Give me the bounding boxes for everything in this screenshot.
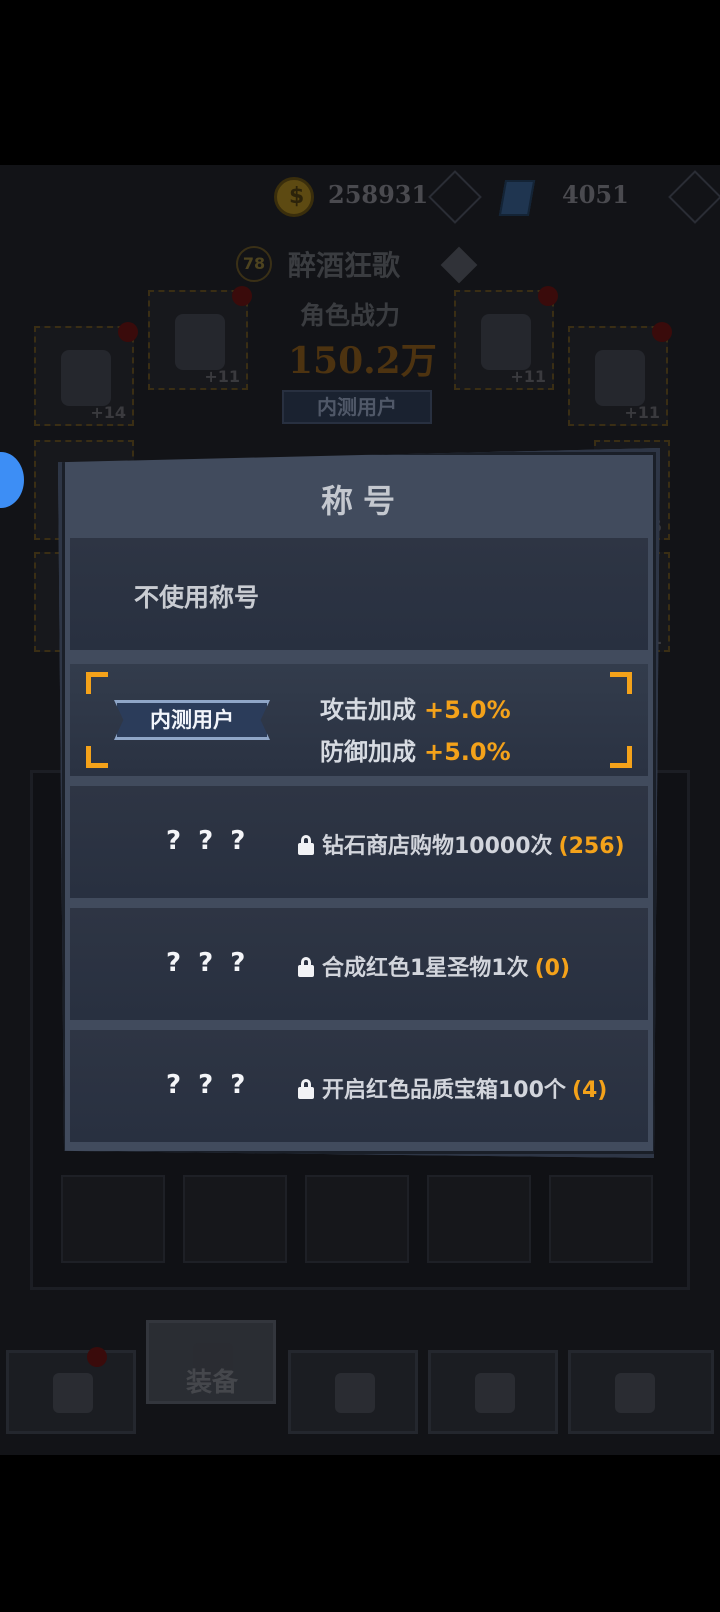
title-option-locked[interactable]: ? ? ? 开启红色品质宝箱100个 (4) xyxy=(70,1030,648,1142)
condition-progress: (4) xyxy=(571,1078,608,1103)
gem-amount: 4051 xyxy=(562,180,629,209)
nav-tab-fire[interactable] xyxy=(6,1347,136,1434)
currency-bar: 258931 4051 xyxy=(0,170,720,226)
tree-icon xyxy=(475,1373,515,1413)
no-title-label: 不使用称号 xyxy=(134,583,260,612)
notification-dot xyxy=(232,286,252,306)
fire-icon xyxy=(53,1373,93,1413)
selection-corner-icon xyxy=(86,672,108,694)
equipment-slot-necklace[interactable]: +11 xyxy=(454,286,558,390)
inventory-cell[interactable] xyxy=(427,1175,531,1263)
locked-title-name: ? ? ? xyxy=(166,1070,250,1100)
notification-dot xyxy=(118,322,138,342)
inventory-cell[interactable] xyxy=(549,1175,653,1263)
nav-tab-chest[interactable] xyxy=(568,1350,714,1434)
title-badge: 内测用户 xyxy=(114,700,270,740)
armor-icon xyxy=(61,350,111,406)
locked-title-name: ? ? ? xyxy=(166,948,250,978)
condition-progress: (256) xyxy=(558,834,625,859)
helmet-icon xyxy=(175,314,225,370)
equipment-slot-accessory[interactable]: +11 xyxy=(568,322,672,426)
selection-corner-icon xyxy=(610,746,632,768)
title-option-locked[interactable]: ? ? ? 合成红色1星圣物1次 (0) xyxy=(70,908,648,1020)
lock-icon xyxy=(298,1079,314,1099)
bonus-value: +5.0% xyxy=(424,696,511,724)
nav-tab-equipment-label: 装备 xyxy=(186,1368,239,1398)
condition-text: 合成红色1星圣物1次 xyxy=(322,956,529,981)
condition-progress: (0) xyxy=(534,956,571,981)
chest-icon xyxy=(615,1373,655,1413)
nav-tab-battle[interactable] xyxy=(288,1350,418,1434)
player-name: 醉酒狂歌 xyxy=(288,249,401,282)
no-title-option[interactable]: 不使用称号 xyxy=(70,538,648,650)
nav-tab-forest[interactable] xyxy=(428,1350,558,1434)
title-option-locked[interactable]: ? ? ? 钻石商店购物10000次 (256) xyxy=(70,786,648,898)
dialog-title: 称号 xyxy=(320,482,405,520)
notification-dot xyxy=(652,322,672,342)
crossed-swords-icon xyxy=(335,1373,375,1413)
selection-corner-icon xyxy=(86,746,108,768)
add-gem-icon[interactable] xyxy=(668,170,720,224)
title-dialog: 称号 不使用称号 内测用户 攻击加成 +5.0% 防御加成 +5.0% ? ? ? … xyxy=(58,448,660,1158)
defense-bonus: 防御加成 +5.0% xyxy=(320,732,511,767)
selection-corner-icon xyxy=(610,672,632,694)
accessory-icon xyxy=(595,350,645,406)
gold-coin-icon xyxy=(274,177,314,217)
add-gold-icon[interactable] xyxy=(428,170,482,224)
level-badge: 78 xyxy=(236,246,272,282)
lock-icon xyxy=(298,957,314,977)
locked-title-name: ? ? ? xyxy=(166,826,250,856)
attack-bonus: 攻击加成 +5.0% xyxy=(320,690,511,725)
bottom-nav xyxy=(0,1310,720,1440)
lock-icon xyxy=(298,835,314,855)
unlock-condition: 合成红色1星圣物1次 (0) xyxy=(298,950,570,982)
necklace-icon xyxy=(481,314,531,370)
bonus-value: +5.0% xyxy=(424,738,511,766)
bonus-label: 攻击加成 xyxy=(320,696,416,724)
current-title-badge[interactable]: 内测用户 xyxy=(282,390,432,424)
screen: 258931 4051 78 醉酒狂歌 角色战力 150.2万 内测用户 +14… xyxy=(0,0,720,1612)
equipment-slot-helmet[interactable]: +11 xyxy=(148,286,252,390)
condition-text: 开启红色品质宝箱100个 xyxy=(322,1078,566,1103)
notification-dot xyxy=(87,1347,107,1367)
power-label: 角色战力 xyxy=(300,301,401,330)
condition-text: 钻石商店购物10000次 xyxy=(322,834,553,859)
inventory-cell[interactable] xyxy=(305,1175,409,1263)
gold-amount: 258931 xyxy=(328,180,429,209)
unlock-condition: 开启红色品质宝箱100个 (4) xyxy=(298,1072,607,1104)
unlock-condition: 钻石商店购物10000次 (256) xyxy=(298,828,625,860)
equipment-slot-armor[interactable]: +14 xyxy=(34,322,138,426)
title-option-selected[interactable]: 内测用户 攻击加成 +5.0% 防御加成 +5.0% xyxy=(70,664,648,776)
gem-icon xyxy=(498,180,536,216)
power-value: 150.2万 xyxy=(288,340,437,382)
bonus-label: 防御加成 xyxy=(320,738,416,766)
inventory-cell[interactable] xyxy=(61,1175,165,1263)
inventory-cell[interactable] xyxy=(183,1175,287,1263)
notification-dot xyxy=(538,286,558,306)
